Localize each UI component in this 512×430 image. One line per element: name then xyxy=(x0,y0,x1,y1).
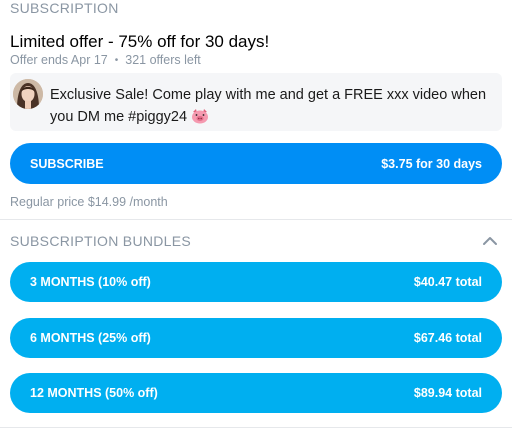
offer-ends: Offer ends Apr 17 xyxy=(10,53,108,67)
bundle-label: 6 MONTHS (25% off) xyxy=(30,331,151,345)
bundles-header: SUBSCRIPTION BUNDLES xyxy=(10,233,192,249)
offers-left: 321 offers left xyxy=(125,53,201,67)
meta-separator: • xyxy=(114,54,119,66)
regular-price: Regular price $14.99 /month xyxy=(10,195,168,209)
subscribe-button[interactable]: SUBSCRIBE $3.75 for 30 days xyxy=(10,143,502,184)
promo-message-body: Exclusive Sale! Come play with me and ge… xyxy=(50,87,487,125)
pig-face-icon xyxy=(191,108,209,131)
bundle-label: 12 MONTHS (50% off) xyxy=(30,386,158,400)
bundle-price: $40.47 total xyxy=(413,275,482,289)
bundle-label: 3 MONTHS (10% off) xyxy=(30,275,151,289)
promo-message: Exclusive Sale! Come play with me and ge… xyxy=(10,73,502,131)
bundle-12-months-button[interactable]: 12 MONTHS (50% off) $89.94 total xyxy=(10,373,502,413)
chevron-up-icon[interactable] xyxy=(481,234,499,248)
subscribe-label: SUBSCRIBE xyxy=(30,156,104,171)
bundle-price: $89.94 total xyxy=(413,386,482,400)
section-divider xyxy=(0,219,512,220)
subscription-header: SUBSCRIPTION xyxy=(10,0,119,16)
offer-meta: Offer ends Apr 17 • 321 offers left xyxy=(10,53,201,67)
offer-title: Limited offer - 75% off for 30 days! xyxy=(10,32,270,51)
avatar[interactable] xyxy=(13,79,43,109)
bundle-6-months-button[interactable]: 6 MONTHS (25% off) $67.46 total xyxy=(10,318,502,358)
promo-message-text: Exclusive Sale! Come play with me and ge… xyxy=(50,84,490,131)
bundle-3-months-button[interactable]: 3 MONTHS (10% off) $40.47 total xyxy=(10,262,502,302)
bundle-price: $67.46 total xyxy=(413,331,482,345)
bottom-divider xyxy=(0,427,512,428)
subscribe-price: $3.75 for 30 days xyxy=(381,156,482,171)
